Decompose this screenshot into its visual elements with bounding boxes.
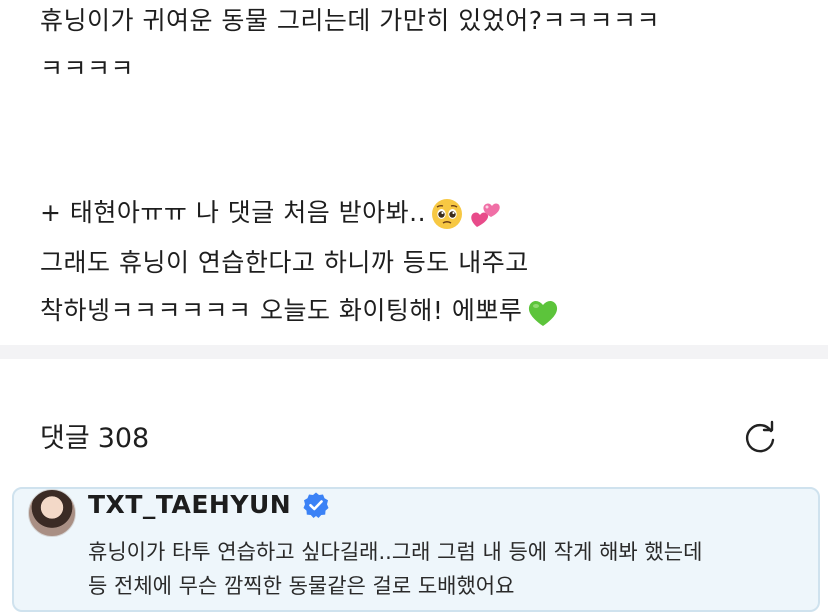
refresh-icon[interactable] xyxy=(740,418,780,458)
green-heart-icon xyxy=(529,300,558,326)
revolving-hearts-icon xyxy=(471,203,500,227)
pleading-face-icon xyxy=(432,199,463,229)
comments-count: 308 xyxy=(97,423,150,454)
section-divider xyxy=(0,345,828,359)
comment-line-2: 등 전체에 무슨 깜찍한 동물같은 걸로 도배했어요 xyxy=(88,574,515,598)
post-line-3: + 태현아ㅠㅠ 나 댓글 처음 받아봐.. xyxy=(40,190,502,236)
avatar[interactable] xyxy=(28,489,76,537)
post-line-3-text: + 태현아ㅠㅠ 나 댓글 처음 받아봐.. xyxy=(40,198,427,227)
comments-header: 댓글 308 xyxy=(40,416,157,455)
comment-line-1: 휴닝이가 타투 연습하고 싶다길래..그래 그럼 내 등에 작게 해봐 했는데 xyxy=(88,540,703,564)
post-line-1: 휴닝이가 귀여운 동물 그리는데 가만히 있었어?ㅋㅋㅋㅋㅋ xyxy=(40,6,661,35)
post-line-5: 착하넹ㅋㅋㅋㅋㅋㅋ 오늘도 화이팅해! 에뽀루 xyxy=(40,288,560,334)
post-line-2: ㅋㅋㅋㅋ xyxy=(40,54,135,83)
featured-comment[interactable]: TXT_TAEHYUN 휴닝이가 타투 연습하고 싶다길래..그래 그럼 내 등… xyxy=(12,487,820,612)
post-line-5-text: 착하넹ㅋㅋㅋㅋㅋㅋ 오늘도 화이팅해! 에뽀루 xyxy=(40,296,523,325)
post-line-4: 그래도 휴닝이 연습한다고 하니까 등도 내주고 xyxy=(40,248,529,277)
comment-text: 휴닝이가 타투 연습하고 싶다길래..그래 그럼 내 등에 작게 해봐 했는데 … xyxy=(88,535,702,603)
verified-badge-icon xyxy=(303,492,329,518)
comment-author[interactable]: TXT_TAEHYUN xyxy=(88,490,291,519)
comments-label: 댓글 xyxy=(40,423,90,454)
